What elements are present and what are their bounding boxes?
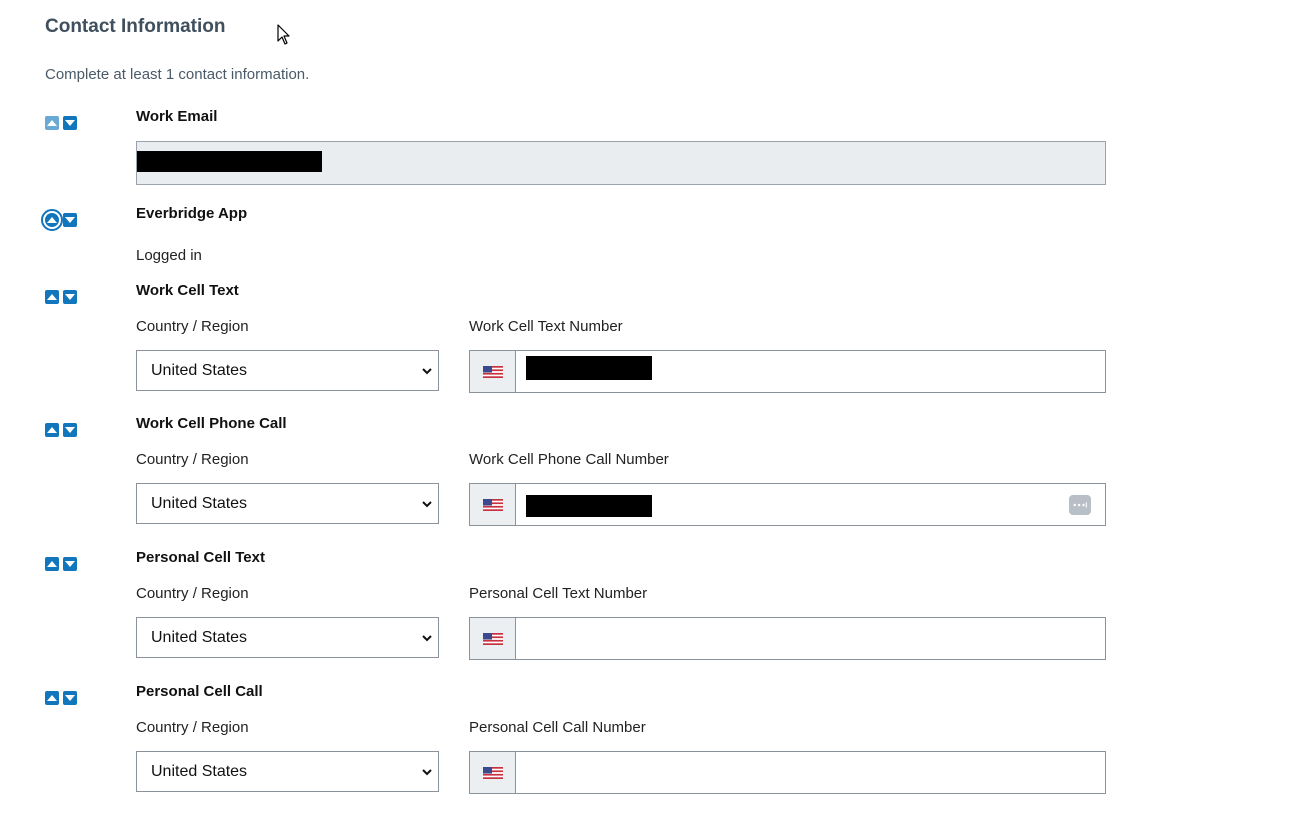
- country-region-label: Country / Region: [136, 451, 249, 468]
- move-down-button[interactable]: [63, 557, 77, 571]
- chevron-up-icon: [47, 561, 57, 567]
- move-up-button[interactable]: [45, 116, 59, 130]
- us-flag-icon: [482, 498, 503, 511]
- us-flag-icon: [482, 365, 503, 378]
- everbridge-app-title: Everbridge App: [136, 205, 248, 222]
- phone-input[interactable]: [517, 351, 1105, 392]
- personal-cell-call-number-label: Personal Cell Call Number: [469, 719, 646, 736]
- work-email-title: Work Email: [136, 108, 218, 125]
- work-cell-text-number-field: [469, 350, 1106, 393]
- chevron-down-icon: [422, 635, 432, 642]
- selected-country: United States: [151, 628, 248, 646]
- flag-cell: [470, 752, 516, 793]
- country-region-select[interactable]: United States: [136, 617, 439, 658]
- flag-cell: [470, 618, 516, 659]
- country-region-select[interactable]: United States: [136, 751, 439, 792]
- password-manager-icon[interactable]: [1069, 495, 1091, 515]
- move-down-button[interactable]: [63, 213, 77, 227]
- work-cell-text-title: Work Cell Text: [136, 282, 239, 299]
- redacted-value: [526, 356, 652, 380]
- country-region-select[interactable]: United States: [136, 483, 439, 524]
- personal-cell-text-number-label: Personal Cell Text Number: [469, 585, 648, 602]
- personal-cell-text-number-field: [469, 617, 1106, 660]
- everbridge-app-status: Logged in: [136, 247, 202, 264]
- move-up-button[interactable]: [41, 209, 63, 231]
- chevron-up-icon: [47, 427, 57, 433]
- chevron-down-icon: [65, 120, 75, 126]
- move-down-button[interactable]: [63, 290, 77, 304]
- selected-country: United States: [151, 762, 248, 780]
- flag-cell: [470, 351, 516, 392]
- move-up-button[interactable]: [45, 423, 59, 437]
- country-region-select[interactable]: United States: [136, 350, 439, 391]
- move-up-button[interactable]: [45, 290, 59, 304]
- chevron-down-icon: [422, 501, 432, 508]
- section-subtitle: Complete at least 1 contact information.: [45, 66, 310, 83]
- mouse-cursor-icon: [277, 24, 290, 45]
- work-cell-phone-call-number-field: [469, 483, 1106, 526]
- country-region-label: Country / Region: [136, 585, 249, 602]
- move-up-button[interactable]: [45, 691, 59, 705]
- chevron-down-icon: [65, 294, 75, 300]
- move-down-button[interactable]: [63, 691, 77, 705]
- move-down-button[interactable]: [63, 116, 77, 130]
- dots-icon: [1073, 502, 1087, 508]
- work-cell-phone-call-title: Work Cell Phone Call: [136, 415, 287, 432]
- move-up-button[interactable]: [45, 557, 59, 571]
- selected-country: United States: [151, 494, 248, 512]
- work-cell-phone-call-number-label: Work Cell Phone Call Number: [469, 451, 669, 468]
- work-email-field[interactable]: [136, 141, 1106, 185]
- personal-cell-call-number-field: [469, 751, 1106, 794]
- section-title: Contact Information: [45, 16, 226, 37]
- flag-cell: [470, 484, 516, 525]
- chevron-down-icon: [65, 427, 75, 433]
- chevron-down-icon: [65, 695, 75, 701]
- chevron-up-icon: [47, 294, 57, 300]
- chevron-down-icon: [65, 217, 75, 223]
- chevron-up-icon: [47, 695, 57, 701]
- selected-country: United States: [151, 361, 248, 379]
- phone-input[interactable]: [517, 484, 1105, 525]
- personal-cell-call-title: Personal Cell Call: [136, 683, 263, 700]
- chevron-up-icon: [47, 120, 57, 126]
- personal-cell-text-title: Personal Cell Text: [136, 549, 265, 566]
- work-cell-text-number-label: Work Cell Text Number: [469, 318, 623, 335]
- country-region-label: Country / Region: [136, 719, 249, 736]
- us-flag-icon: [482, 632, 503, 645]
- contact-information-page: Contact Information Complete at least 1 …: [0, 0, 1298, 813]
- redacted-value: [137, 151, 322, 172]
- country-region-label: Country / Region: [136, 318, 249, 335]
- us-flag-icon: [482, 766, 503, 779]
- chevron-down-icon: [422, 769, 432, 776]
- chevron-down-icon: [422, 368, 432, 375]
- chevron-down-icon: [65, 561, 75, 567]
- phone-input[interactable]: [517, 752, 1105, 793]
- phone-input[interactable]: [517, 618, 1105, 659]
- redacted-value: [526, 495, 652, 517]
- move-down-button[interactable]: [63, 423, 77, 437]
- chevron-up-icon: [47, 217, 57, 223]
